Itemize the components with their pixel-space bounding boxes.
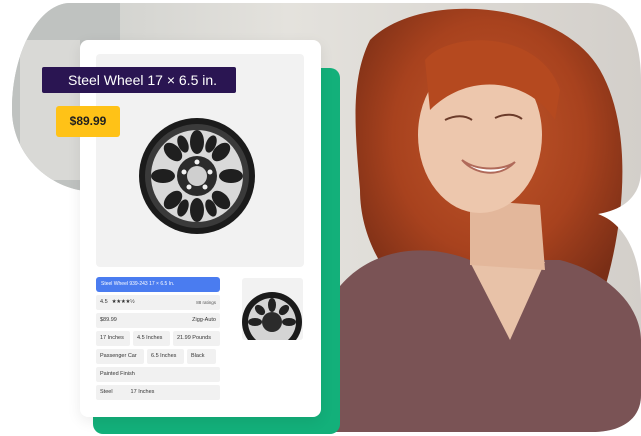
brand-name[interactable]: Zigg-Auto	[192, 313, 216, 328]
wheel-thumb-icon	[242, 292, 302, 340]
spec-material-row: Steel 17 Inches	[96, 385, 220, 400]
spec-size-2: 17 Inches	[130, 389, 155, 395]
price-badge: $89.99	[56, 106, 120, 137]
product-card: Steel Wheel 939-243 17 × 6.5 In. 4.5 ★★★…	[80, 40, 321, 417]
spec-finish: Painted Finish	[96, 367, 220, 382]
rating-row: 4.5 ★★★★½ 88 ratings	[96, 295, 220, 310]
ratings-count[interactable]: 88 ratings	[196, 295, 216, 310]
rating-stars: ★★★★½	[111, 299, 135, 305]
list-price: $89.99	[100, 317, 117, 323]
spec-color: Black	[187, 349, 216, 364]
product-title-badge: Steel Wheel 17 × 6.5 in.	[42, 67, 236, 93]
price-brand-row: $89.99 Zigg-Auto	[96, 313, 220, 328]
product-thumbnail[interactable]	[242, 278, 303, 340]
spec-width: 4.5 Inches	[133, 331, 170, 346]
spec-offset: 6.5 Inches	[147, 349, 184, 364]
rating-value: 4.5	[100, 299, 108, 305]
product-details: Steel Wheel 939-243 17 × 6.5 In. 4.5 ★★★…	[96, 277, 220, 400]
listing-title: Steel Wheel 939-243 17 × 6.5 In.	[96, 277, 220, 292]
spec-weight: 21.99 Pounds	[173, 331, 220, 346]
spec-material: Steel	[100, 389, 113, 395]
spec-vehicle: Passenger Car	[96, 349, 144, 364]
spec-size: 17 Inches	[96, 331, 130, 346]
